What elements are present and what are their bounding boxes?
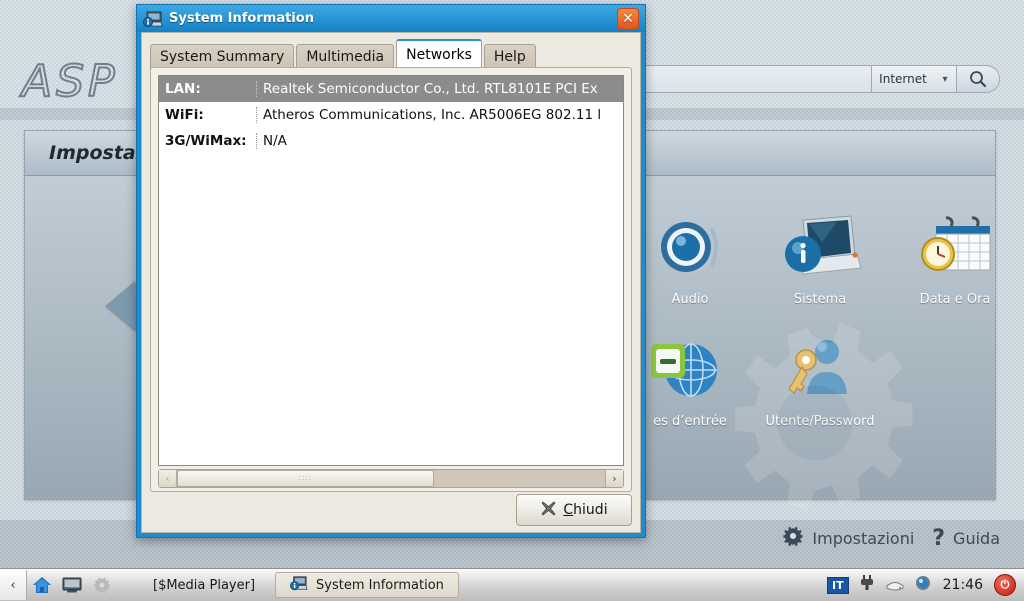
horizontal-scrollbar[interactable]: ‹ ∷∷ ›	[158, 469, 624, 488]
power-button-icon[interactable]: ⏻	[994, 574, 1016, 596]
cancel-x-icon	[540, 500, 557, 521]
previous-arrow-icon[interactable]	[105, 281, 135, 331]
scroll-right-icon[interactable]: ›	[605, 470, 623, 487]
close-icon[interactable]: ✕	[617, 7, 639, 30]
system-information-window: System Information ✕ System Summary Mult…	[136, 4, 646, 538]
window-titlebar[interactable]: System Information ✕	[137, 5, 645, 32]
search-scope-label[interactable]: Internet	[871, 65, 934, 93]
tab-help[interactable]: Help	[483, 44, 536, 69]
calendar-clock-icon	[880, 204, 1024, 290]
system-information-icon	[290, 575, 308, 595]
scrollbar-thumb[interactable]: ∷∷	[177, 470, 434, 487]
desktop-icon-label: Utente/Password	[765, 414, 875, 429]
power-plug-icon[interactable]	[858, 574, 876, 596]
row-key: 3G/WiMax:	[159, 133, 257, 149]
taskbar: ‹ [$Media Player] System Information IT …	[0, 568, 1024, 601]
desktop-link-guida[interactable]: ? Guida	[932, 526, 1000, 551]
networks-tab-pane: LAN: Realtek Semiconductor Co., Ltd. RTL…	[150, 67, 632, 492]
disk-icon[interactable]	[885, 576, 905, 595]
task-button-label: System Information	[316, 577, 444, 593]
row-value: Atheros Communications, Inc. AR5006EG 80…	[263, 107, 602, 123]
laptop-info-icon	[745, 204, 895, 290]
gear-icon	[782, 525, 804, 551]
scrollbar-grip-icon: ∷∷	[298, 473, 313, 484]
desktop-link-impostazioni[interactable]: Impostazioni	[782, 525, 914, 551]
taskbar-back-button[interactable]: ‹	[0, 570, 27, 600]
system-information-icon	[142, 10, 163, 28]
desktop-links: Impostazioni ? Guida	[782, 520, 1000, 556]
display-icon[interactable]	[57, 570, 87, 600]
question-mark-icon: ?	[932, 525, 946, 551]
search-icon[interactable]	[956, 65, 1000, 93]
desktop-icon-sistema[interactable]: Sistema	[745, 204, 895, 307]
asp-logo: ASP	[21, 55, 119, 108]
system-tray: IT 21:46 ⏻	[827, 574, 1024, 596]
window-body: System Summary Multimedia Networks Help …	[141, 32, 641, 533]
close-button[interactable]: Chiudi	[516, 494, 632, 526]
tab-system-summary[interactable]: System Summary	[150, 44, 295, 69]
table-row[interactable]: 3G/WiMax: N/A	[159, 128, 623, 154]
tab-bar: System Summary Multimedia Networks Help	[150, 39, 538, 69]
row-key: WiFi:	[159, 107, 257, 123]
keyboard-layout-indicator[interactable]: IT	[827, 576, 849, 594]
clock[interactable]: 21:46	[943, 577, 983, 593]
network-adapters-list[interactable]: LAN: Realtek Semiconductor Co., Ltd. RTL…	[158, 75, 624, 466]
close-button-accel: C	[563, 502, 574, 518]
window-title: System Information	[169, 11, 314, 26]
home-icon[interactable]	[27, 570, 57, 600]
desktop-icon-label: Sistema	[793, 292, 847, 307]
user-key-icon	[745, 326, 895, 412]
task-button-media-player[interactable]: [$Media Player]	[139, 573, 269, 597]
tab-multimedia[interactable]: Multimedia	[296, 44, 395, 69]
task-button-label: [$Media Player]	[153, 577, 256, 593]
desktop-link-label: Guida	[953, 528, 1000, 548]
desktop-icon-label: Data e Ora	[919, 292, 991, 307]
desktop-icon-utente-password[interactable]: Utente/Password	[745, 326, 895, 429]
desktop-link-label: Impostazioni	[812, 528, 915, 548]
chevron-down-icon[interactable]: ▾	[934, 65, 956, 93]
scroll-left-icon[interactable]: ‹	[159, 470, 177, 487]
close-button-label: hiudi	[573, 502, 608, 518]
scrollbar-track[interactable]: ∷∷	[177, 470, 605, 487]
table-row[interactable]: LAN: Realtek Semiconductor Co., Ltd. RTL…	[159, 76, 623, 102]
page-title: Impostaz	[49, 142, 147, 164]
row-value: N/A	[263, 133, 287, 149]
network-status-icon[interactable]	[914, 574, 932, 596]
desktop-icon-data-e-ora[interactable]: Data e Ora	[880, 204, 1024, 307]
gear-icon[interactable]	[87, 570, 117, 600]
task-button-system-information[interactable]: System Information	[275, 572, 459, 598]
row-value: Realtek Semiconductor Co., Ltd. RTL8101E…	[263, 81, 598, 97]
table-row[interactable]: WiFi: Atheros Communications, Inc. AR500…	[159, 102, 623, 128]
row-key: LAN:	[159, 81, 257, 97]
tab-networks[interactable]: Networks	[396, 39, 482, 69]
